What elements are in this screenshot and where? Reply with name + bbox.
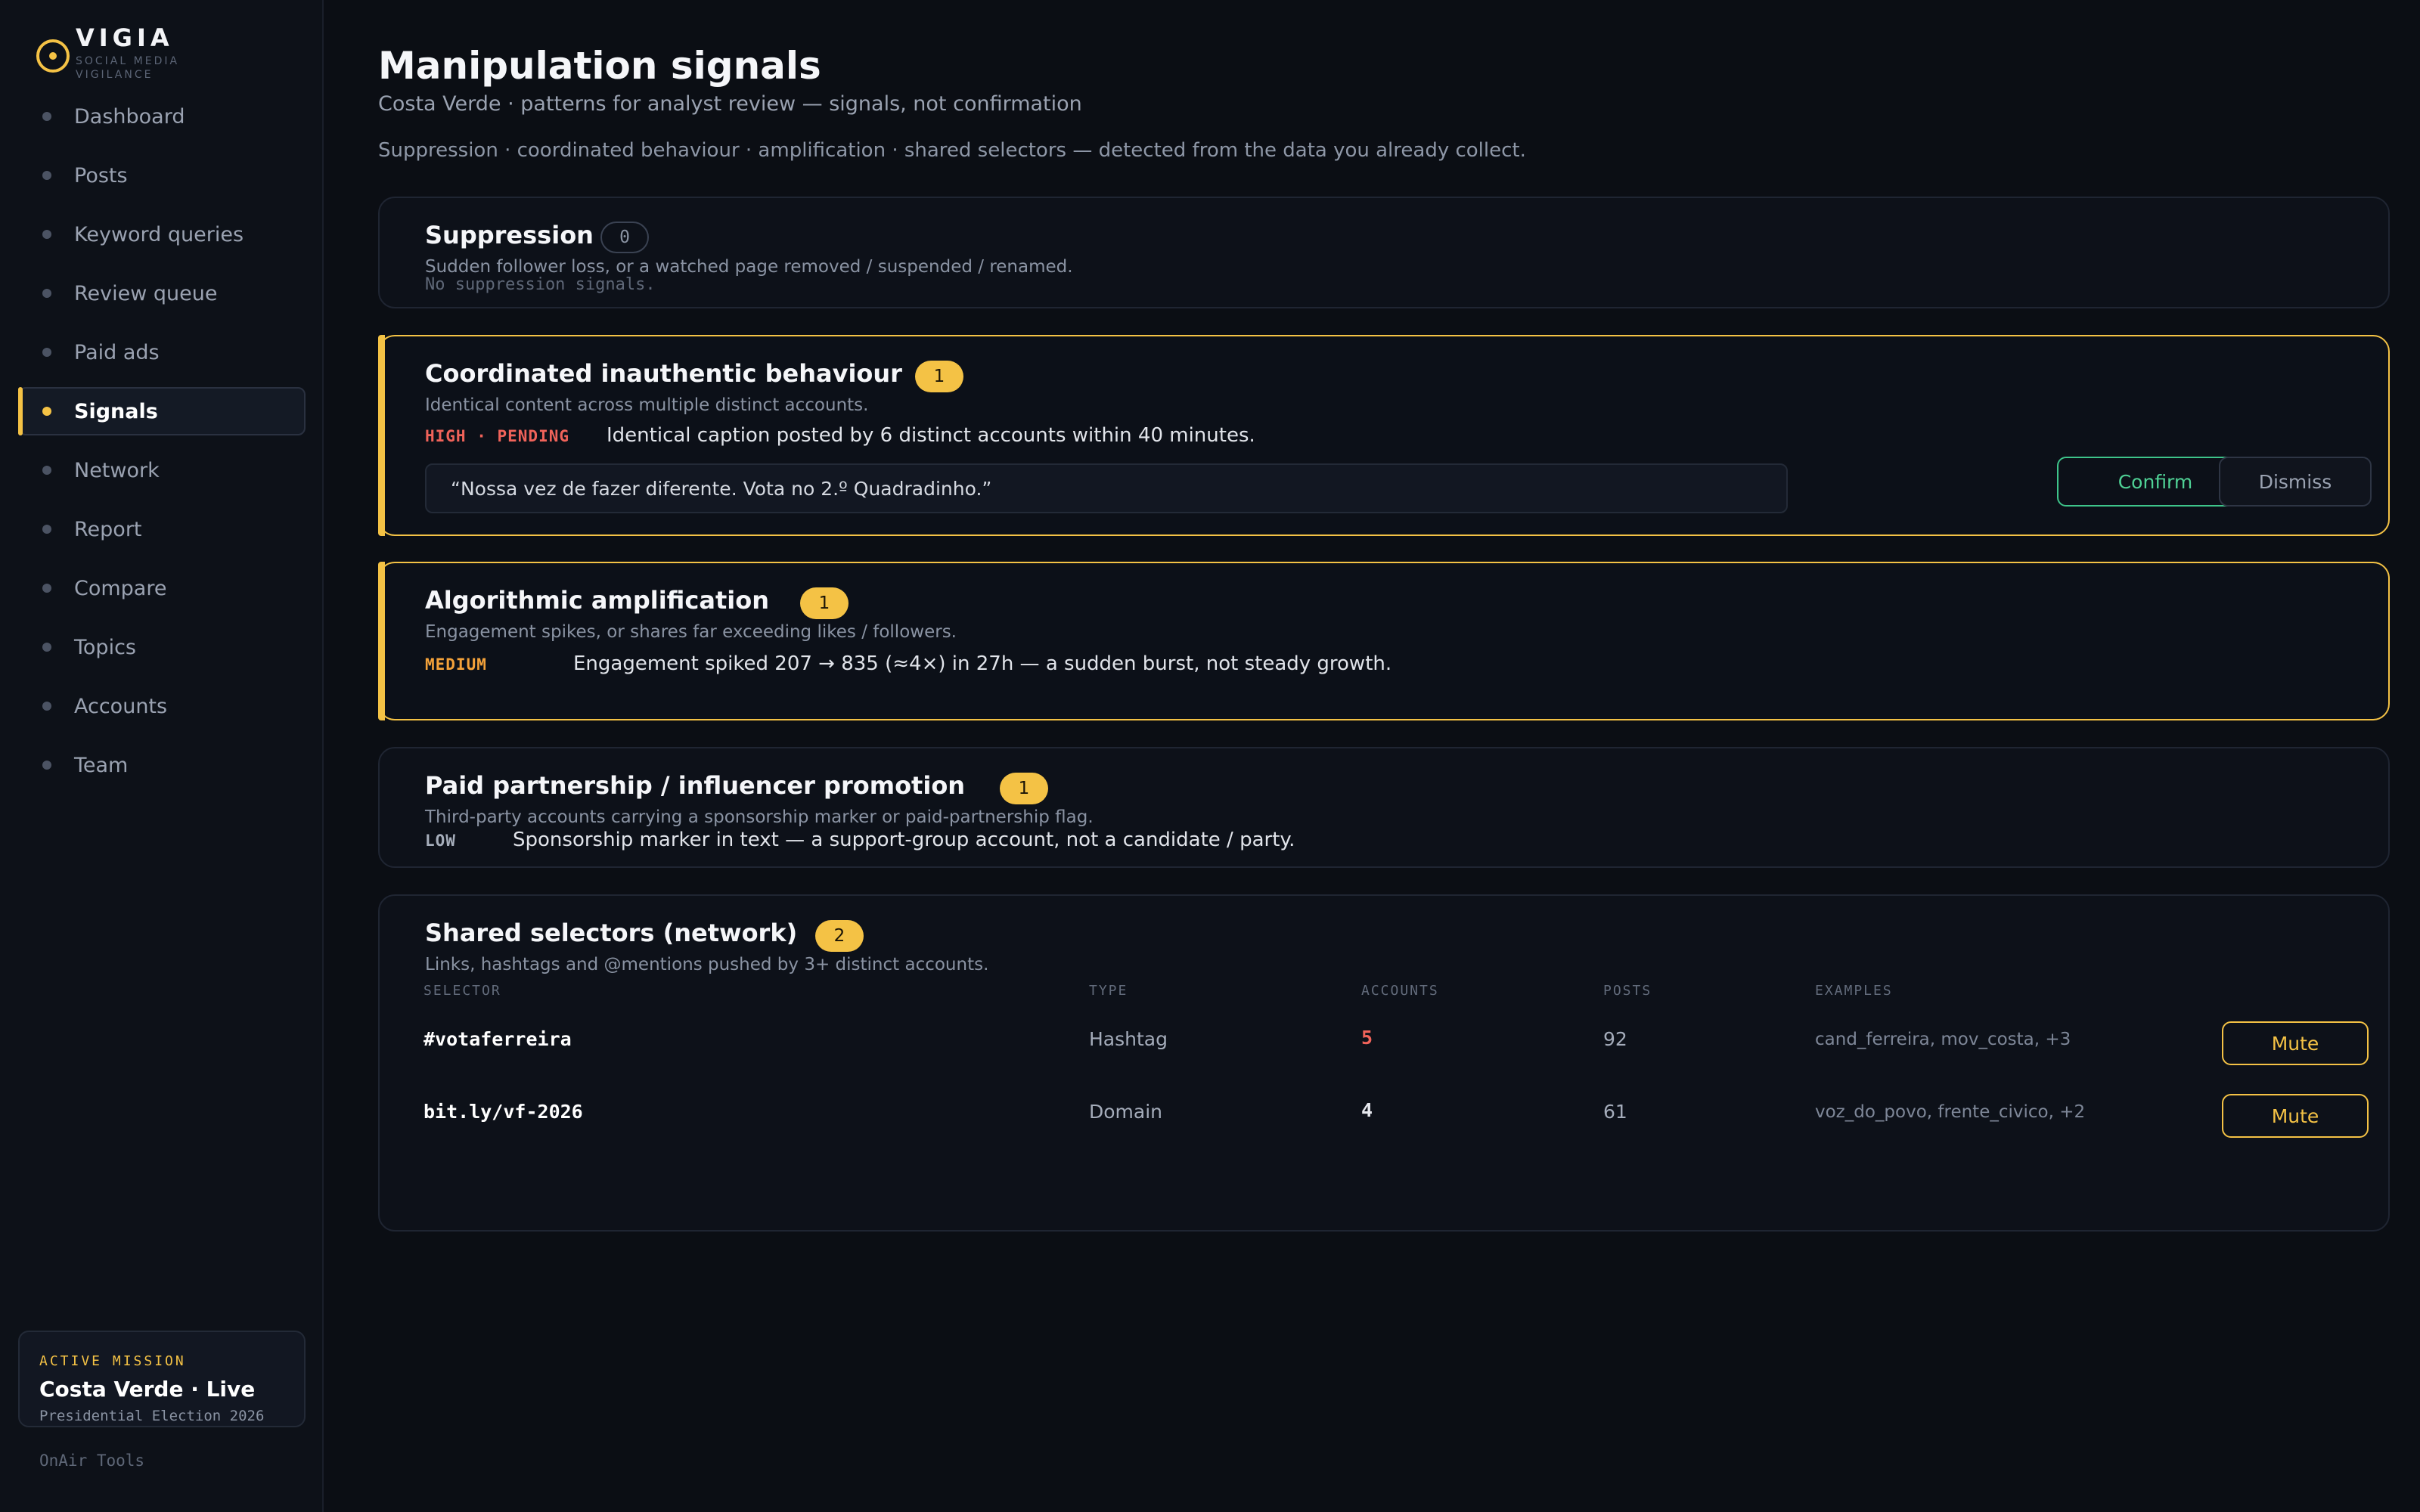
selector-type: Hashtag xyxy=(1089,1028,1168,1050)
empty-state: No suppression signals. xyxy=(425,275,656,294)
finding-text: Identical caption posted by 6 distinct a… xyxy=(607,424,1255,447)
sidebar-item-accounts[interactable]: Accounts xyxy=(18,682,306,730)
card-title: Suppression xyxy=(425,221,594,249)
posts-count: 92 xyxy=(1603,1028,1627,1050)
examples-list: voz_do_povo, frente_civico, +2 xyxy=(1815,1102,2086,1122)
sidebar-item-network[interactable]: Network xyxy=(18,446,306,494)
selector-value: #votaferreira xyxy=(424,1028,572,1050)
bullet-icon xyxy=(42,761,51,770)
sidebar-item-label: Team xyxy=(74,753,129,777)
sidebar-item-label: Signals xyxy=(74,399,158,423)
column-header-posts: POSTS xyxy=(1603,983,1652,999)
sidebar-item-label: Paid ads xyxy=(74,340,160,364)
bullet-icon xyxy=(42,171,51,180)
bullet-icon xyxy=(42,289,51,298)
sidebar-item-label: Review queue xyxy=(74,281,218,305)
bullet-icon xyxy=(42,525,51,534)
amplification-card: Algorithmic amplification 1 Engagement s… xyxy=(378,562,2390,720)
brand-name: VIGIA xyxy=(76,23,174,52)
sidebar-item-label: Keyword queries xyxy=(74,222,244,246)
finding-text: Engagement spiked 207 → 835 (≈4×) in 27h… xyxy=(573,652,1392,675)
sidebar-item-paid-ads[interactable]: Paid ads xyxy=(18,328,306,376)
mission-subtitle: Presidential Election 2026 xyxy=(39,1408,265,1424)
column-header-selector: SELECTOR xyxy=(424,983,501,999)
column-header-examples: EXAMPLES xyxy=(1815,983,1893,999)
selector-value: bit.ly/vf-2026 xyxy=(424,1101,583,1123)
bullet-icon xyxy=(42,407,51,416)
card-description: Sudden follower loss, or a watched page … xyxy=(425,257,1073,277)
bullet-icon xyxy=(42,230,51,239)
footer-tools-link[interactable]: OnAir Tools xyxy=(39,1452,144,1470)
card-title: Shared selectors (network) xyxy=(425,919,798,947)
sidebar-item-team[interactable]: Team xyxy=(18,741,306,789)
active-mission-card[interactable]: ACTIVE MISSION Costa Verde · Live Presid… xyxy=(18,1331,306,1427)
column-header-type: TYPE xyxy=(1089,983,1128,999)
accounts-count: 4 xyxy=(1361,1099,1373,1121)
severity-label: MEDIUM xyxy=(425,655,487,674)
sidebar-item-label: Report xyxy=(74,517,142,541)
brand[interactable]: VIGIA SOCIAL MEDIA VIGILANCE xyxy=(36,24,212,82)
card-title: Paid partnership / influencer promotion xyxy=(425,771,966,800)
count-badge: 1 xyxy=(1000,773,1048,804)
bullet-icon xyxy=(42,702,51,711)
dismiss-button[interactable]: Dismiss xyxy=(2219,457,2372,507)
sidebar-item-label: Posts xyxy=(74,163,128,187)
sidebar: VIGIA SOCIAL MEDIA VIGILANCE Dashboard P… xyxy=(0,0,324,1512)
coordinated-behaviour-card: Coordinated inauthentic behaviour 1 Iden… xyxy=(378,335,2390,536)
severity-label: LOW xyxy=(425,832,456,850)
bullet-icon xyxy=(42,348,51,357)
card-title: Coordinated inauthentic behaviour xyxy=(425,359,902,388)
mission-kicker: ACTIVE MISSION xyxy=(39,1353,186,1369)
sidebar-item-label: Dashboard xyxy=(74,104,185,129)
column-header-accounts: ACCOUNTS xyxy=(1361,983,1439,999)
selector-type: Domain xyxy=(1089,1101,1163,1123)
quoted-caption: “Nossa vez de fazer diferente. Vota no 2… xyxy=(425,463,1788,513)
card-description: Links, hashtags and @mentions pushed by … xyxy=(425,955,989,974)
bullet-icon xyxy=(42,584,51,593)
sidebar-item-posts[interactable]: Posts xyxy=(18,151,306,200)
sidebar-item-keyword-queries[interactable]: Keyword queries xyxy=(18,210,306,259)
count-badge: 1 xyxy=(800,587,849,619)
sidebar-item-label: Topics xyxy=(74,635,136,659)
suppression-card: Suppression 0 Sudden follower loss, or a… xyxy=(378,197,2390,308)
sidebar-item-report[interactable]: Report xyxy=(18,505,306,553)
sidebar-item-review-queue[interactable]: Review queue xyxy=(18,269,306,318)
finding-text: Sponsorship marker in text — a support-g… xyxy=(513,829,1295,851)
paid-partnership-card: Paid partnership / influencer promotion … xyxy=(378,747,2390,868)
severity-label: HIGH · PENDING xyxy=(425,427,570,445)
card-title: Algorithmic amplification xyxy=(425,586,769,615)
bullet-icon xyxy=(42,643,51,652)
sidebar-item-topics[interactable]: Topics xyxy=(18,623,306,671)
mute-button[interactable]: Mute xyxy=(2222,1021,2369,1065)
accounts-count: 5 xyxy=(1361,1027,1373,1049)
eye-circle-icon xyxy=(36,39,70,73)
brand-subtitle: SOCIAL MEDIA VIGILANCE xyxy=(76,55,180,81)
examples-list: cand_ferreira, mov_costa, +3 xyxy=(1815,1030,2071,1049)
bullet-icon xyxy=(42,112,51,121)
shared-selectors-card: Shared selectors (network) 2 Links, hash… xyxy=(378,894,2390,1232)
sidebar-item-label: Compare xyxy=(74,576,167,600)
page-description: Suppression · coordinated behaviour · am… xyxy=(378,139,1526,162)
count-badge: 0 xyxy=(600,222,649,253)
sidebar-item-label: Network xyxy=(74,458,160,482)
count-badge: 1 xyxy=(915,361,963,392)
sidebar-item-signals[interactable]: Signals xyxy=(18,387,306,435)
bullet-icon xyxy=(42,466,51,475)
page-title: Manipulation signals xyxy=(378,44,821,88)
count-badge: 2 xyxy=(815,920,864,952)
mission-title: Costa Verde · Live xyxy=(39,1377,256,1402)
card-description: Engagement spikes, or shares far exceedi… xyxy=(425,622,957,642)
page-subtitle: Costa Verde · patterns for analyst revie… xyxy=(378,92,1082,116)
card-description: Identical content across multiple distin… xyxy=(425,395,869,415)
sidebar-item-compare[interactable]: Compare xyxy=(18,564,306,612)
posts-count: 61 xyxy=(1603,1101,1627,1123)
sidebar-item-dashboard[interactable]: Dashboard xyxy=(18,92,306,141)
mute-button[interactable]: Mute xyxy=(2222,1094,2369,1138)
sidebar-nav: Dashboard Posts Keyword queries Review q… xyxy=(18,92,306,800)
card-description: Third-party accounts carrying a sponsors… xyxy=(425,807,1094,827)
sidebar-item-label: Accounts xyxy=(74,694,168,718)
